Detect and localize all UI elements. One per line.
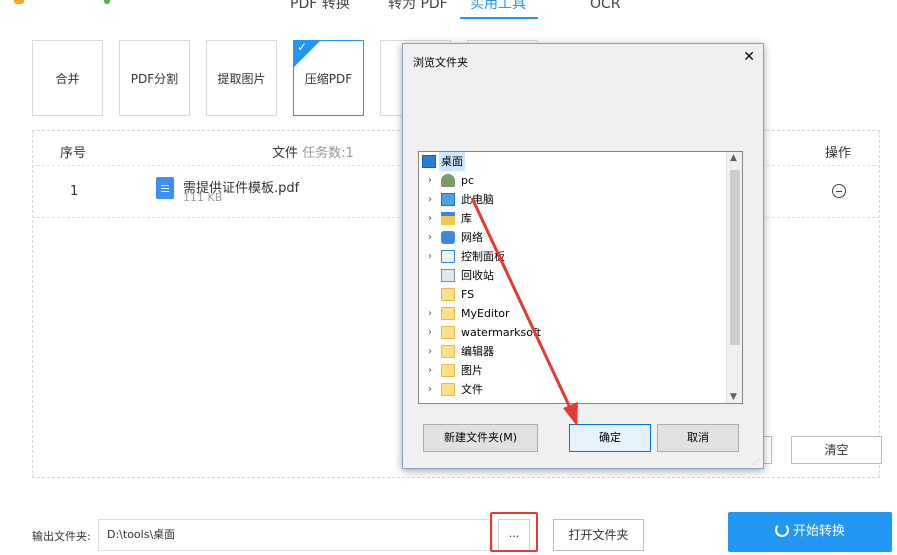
chevron-right-icon: › [428, 251, 432, 262]
control-panel-icon [441, 250, 455, 263]
tree-label: 编辑器 [461, 345, 494, 358]
tool-label: PDF分割 [130, 72, 179, 86]
tree-label: watermarksoft [461, 326, 541, 339]
logo-icon [14, 0, 24, 4]
tab-ocr[interactable]: OCR [590, 0, 621, 15]
tree-label: 网络 [461, 231, 483, 244]
tree-label: 控制面板 [461, 250, 505, 263]
tree-label: MyEditor [461, 307, 510, 320]
tree-item-folder[interactable]: › 图片 [419, 361, 728, 380]
remove-icon[interactable] [832, 184, 846, 198]
file-header-label: 文件 [272, 146, 299, 161]
tree-label: 库 [461, 212, 472, 225]
tree-label: pc [461, 174, 475, 187]
start-convert-button[interactable]: 开始转换 [728, 512, 892, 552]
tree-item-network[interactable]: › 网络 [419, 228, 728, 247]
logo-accent-icon [104, 0, 110, 4]
tree-label: 文件 [461, 383, 483, 396]
output-folder-label: 输出文件夹: [32, 530, 91, 543]
tab-tools[interactable]: 实用工具 [470, 0, 526, 15]
check-icon: ✓ [297, 40, 308, 54]
active-tab-indicator [460, 17, 538, 19]
start-label: 开始转换 [792, 524, 845, 539]
computer-icon [441, 193, 455, 206]
tree-item-folder[interactable]: › 编辑器 [419, 342, 728, 361]
output-path-field[interactable]: D:\tools\桌面 [98, 519, 493, 551]
top-nav: PDF 转换 转为 PDF 实用工具 OCR [0, 0, 897, 20]
close-icon[interactable]: ✕ [743, 49, 755, 65]
recycle-bin-icon [441, 269, 455, 282]
chevron-right-icon: › [428, 365, 432, 376]
tool-compress-button[interactable]: ✓ 压缩PDF [293, 40, 364, 116]
tool-merge-button[interactable]: 合并 [32, 40, 103, 116]
user-icon [441, 174, 455, 187]
tree-item-recycle-bin[interactable]: 回收站 [419, 266, 728, 285]
browse-button[interactable]: ... [498, 519, 530, 551]
chevron-right-icon: › [428, 346, 432, 357]
chevron-right-icon: › [428, 308, 432, 319]
scroll-down-icon[interactable]: ▼ [730, 392, 737, 402]
dialog-title: 浏览文件夹 [413, 56, 468, 69]
tree-item-folder[interactable]: FS [419, 285, 728, 304]
network-icon [441, 231, 455, 244]
col-action-header: 操作 [825, 146, 852, 161]
tree-label: 回收站 [461, 269, 494, 282]
folder-icon [441, 288, 455, 301]
tool-label: 合并 [55, 72, 80, 86]
tree-item-desktop[interactable]: 桌面 [419, 152, 728, 171]
scroll-up-icon[interactable]: ▲ [730, 153, 737, 163]
tree-item-this-pc[interactable]: › 此电脑 [419, 190, 728, 209]
file-size: 111 KB [183, 191, 223, 204]
pdf-file-icon [156, 177, 174, 199]
tree-item-library[interactable]: › 库 [419, 209, 728, 228]
folder-icon [441, 307, 455, 320]
tree-item-pc[interactable]: › pc [419, 171, 728, 190]
tree-label: 图片 [461, 364, 483, 377]
chevron-right-icon: › [428, 327, 432, 338]
tool-label: 压缩PDF [304, 72, 353, 86]
resize-grip-icon[interactable]: ⋰ [752, 457, 760, 466]
browse-folder-dialog: 浏览文件夹 ✕ 桌面 › pc › 此电脑 › 库 › 网络 › 控制面板 回收… [402, 43, 764, 469]
row-index: 1 [70, 184, 79, 199]
tree-item-folder[interactable]: › MyEditor [419, 304, 728, 323]
task-count: 任务数:1 [302, 146, 354, 161]
folder-tree[interactable]: 桌面 › pc › 此电脑 › 库 › 网络 › 控制面板 回收站 FS › M… [418, 151, 743, 404]
library-icon [441, 212, 455, 225]
power-icon [774, 523, 789, 537]
ok-button[interactable]: 确定 [569, 424, 651, 452]
scroll-thumb[interactable] [730, 170, 740, 345]
open-folder-button[interactable]: 打开文件夹 [553, 519, 644, 551]
tab-pdf-convert[interactable]: PDF 转换 [290, 0, 350, 15]
tree-item-control-panel[interactable]: › 控制面板 [419, 247, 728, 266]
new-folder-button[interactable]: 新建文件夹(M) [423, 424, 538, 452]
tool-extract-images-button[interactable]: 提取图片 [206, 40, 277, 116]
tree-label: 桌面 [439, 152, 465, 171]
chevron-right-icon: › [428, 232, 432, 243]
chevron-right-icon: › [428, 175, 432, 186]
chevron-right-icon: › [428, 213, 432, 224]
folder-icon [441, 345, 455, 358]
tree-label: 此电脑 [461, 193, 494, 206]
folder-icon [441, 364, 455, 377]
clear-button[interactable]: 清空 [791, 436, 882, 464]
chevron-right-icon: › [428, 384, 432, 395]
tree-label: FS [461, 288, 475, 301]
col-file-header: 文件 任务数:1 [272, 142, 354, 161]
folder-icon [441, 326, 455, 339]
cancel-button[interactable]: 取消 [657, 424, 739, 452]
tab-to-pdf[interactable]: 转为 PDF [388, 0, 448, 15]
tree-item-folder[interactable]: › 文件 [419, 380, 728, 399]
tool-label: 提取图片 [217, 72, 266, 86]
chevron-right-icon: › [428, 194, 432, 205]
tree-item-folder[interactable]: › watermarksoft [419, 323, 728, 342]
tree-scrollbar[interactable]: ▲ ▼ [726, 152, 742, 403]
tool-split-button[interactable]: PDF分割 [119, 40, 190, 116]
folder-icon [441, 383, 455, 396]
col-index-header: 序号 [60, 146, 87, 161]
desktop-icon [422, 155, 436, 168]
